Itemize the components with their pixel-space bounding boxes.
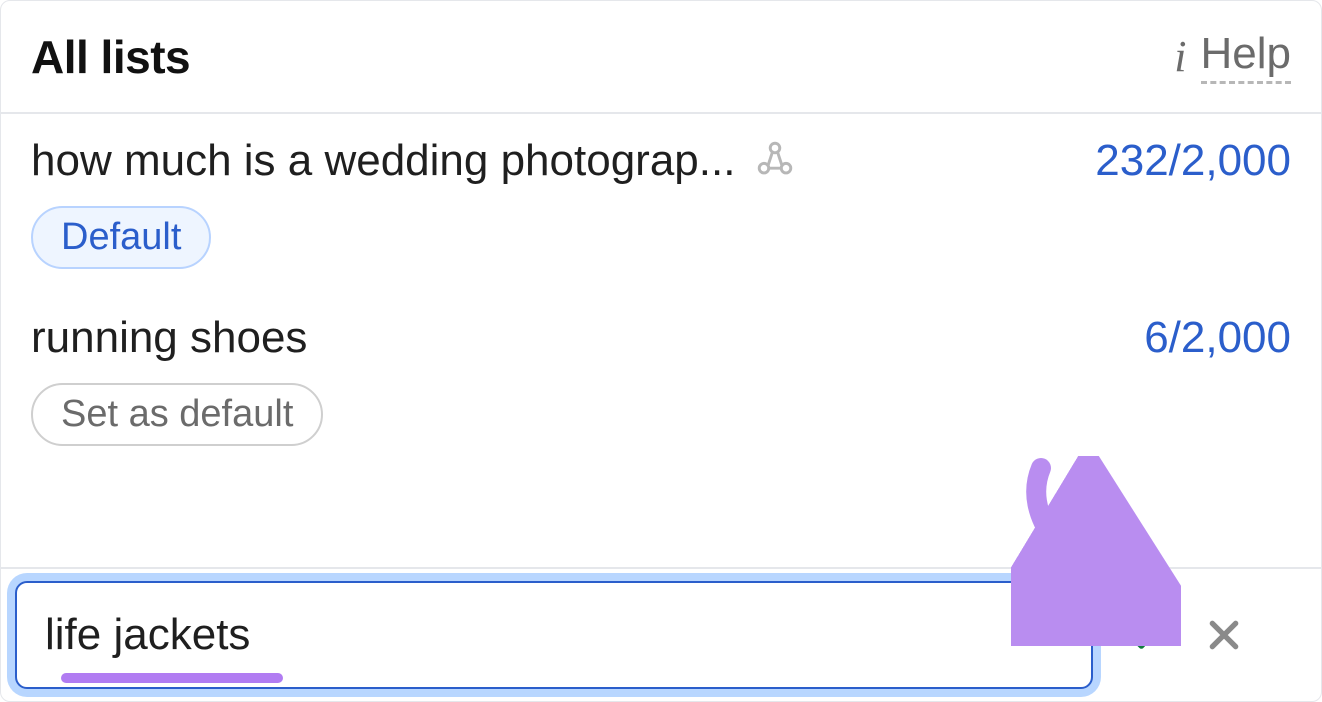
help-label: Help	[1201, 29, 1292, 84]
close-icon	[1204, 615, 1244, 655]
list-item[interactable]: how much is a wedding photograp... 232/2…	[1, 114, 1321, 291]
default-badge: Default	[31, 206, 211, 269]
list-name: how much is a wedding photograp...	[31, 136, 735, 186]
all-lists-panel: All lists i Help how much is a wedding p…	[0, 0, 1322, 702]
panel-title: All lists	[31, 30, 190, 84]
help-link[interactable]: i Help	[1174, 29, 1291, 84]
list-count: 232/2,000	[1095, 136, 1291, 186]
set-as-default-button[interactable]: Set as default	[31, 383, 323, 446]
new-list-input-wrap	[15, 581, 1093, 689]
check-icon	[1124, 613, 1168, 657]
new-list-footer	[1, 567, 1321, 701]
list-item[interactable]: running shoes 6/2,000 Set as default	[1, 291, 1321, 468]
info-icon: i	[1174, 35, 1186, 79]
annotation-underline	[61, 673, 283, 683]
confirm-button[interactable]	[1121, 610, 1171, 660]
lists-container: how much is a wedding photograp... 232/2…	[1, 114, 1321, 468]
list-name: running shoes	[31, 313, 307, 363]
list-count: 6/2,000	[1144, 313, 1291, 363]
panel-header: All lists i Help	[1, 1, 1321, 114]
share-icon	[753, 137, 797, 186]
cancel-button[interactable]	[1199, 610, 1249, 660]
